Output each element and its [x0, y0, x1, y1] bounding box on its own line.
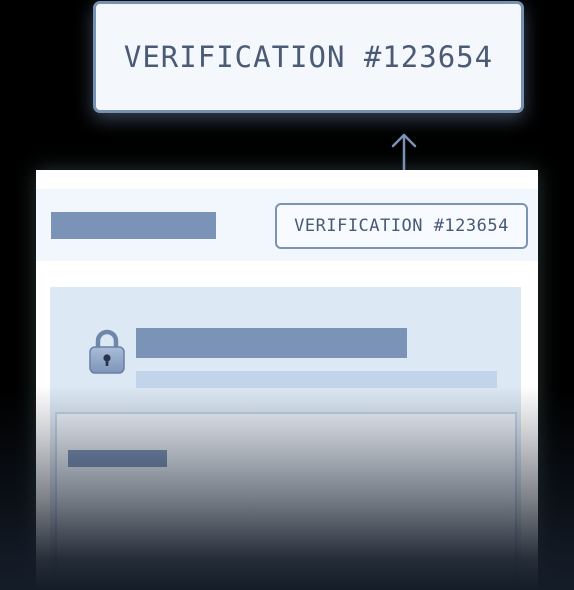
details-box — [55, 412, 517, 590]
info-panel — [50, 287, 521, 590]
label-placeholder — [68, 450, 167, 467]
heading-placeholder — [136, 328, 407, 358]
verification-badge: VERIFICATION #123654 — [275, 203, 528, 249]
subheading-placeholder — [136, 371, 497, 388]
callout-verification-text: VERIFICATION #123654 — [123, 40, 494, 74]
document-card: VERIFICATION #123654 — [36, 170, 538, 590]
card-header: VERIFICATION #123654 — [36, 189, 538, 261]
verification-callout: VERIFICATION #123654 — [93, 1, 524, 113]
lock-icon — [89, 329, 125, 374]
badge-verification-text: VERIFICATION #123654 — [294, 216, 509, 236]
title-placeholder — [51, 212, 216, 239]
